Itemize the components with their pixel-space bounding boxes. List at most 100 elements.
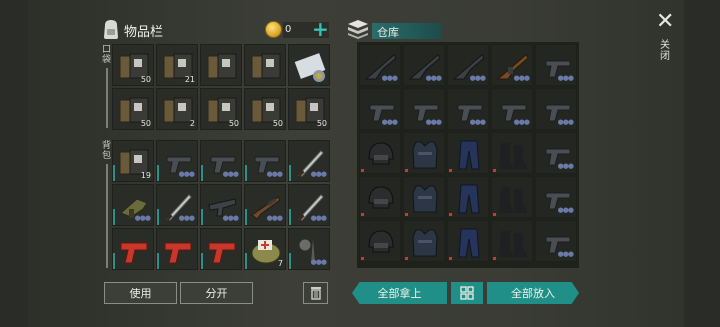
warehouse-slot[interactable]: ●●● [491, 44, 533, 86]
helmet-icon [368, 230, 394, 253]
durability-dots: ●●● [513, 74, 530, 82]
warehouse-slot[interactable] [403, 220, 445, 262]
inventory-slot[interactable]: ●●● [112, 184, 154, 226]
warehouse-slot[interactable] [447, 176, 489, 218]
warehouse-slot[interactable]: ●●● [491, 88, 533, 130]
split-button[interactable]: 分开 [180, 282, 253, 304]
durability-dots: ●●● [513, 118, 530, 126]
armor-vest-icon [412, 229, 438, 257]
inventory-slot[interactable]: ●●● [288, 184, 330, 226]
close-label[interactable]: 关闭 [660, 40, 672, 62]
helmet-icon [368, 142, 394, 165]
durability-dots: ●●● [469, 74, 486, 82]
warehouse-box-icon [348, 20, 368, 39]
inventory-slot[interactable]: 2 [156, 88, 198, 130]
inventory-slot[interactable] [244, 44, 286, 86]
inventory-slot[interactable] [200, 44, 242, 86]
slot-marker [289, 209, 291, 225]
game-inventory-screen: 物品栏 0 + 仓库 ✕ 关闭 口袋 背包 50 21 50 2 50 50 50 19 ●●●… [0, 0, 720, 327]
condition-marker [405, 213, 408, 216]
slot-marker [113, 253, 115, 269]
warehouse-slot[interactable]: ●●● [535, 44, 577, 86]
durability-dots: ●●● [222, 170, 239, 178]
slot-marker [113, 209, 115, 225]
slot-marker [245, 209, 247, 225]
boots-icon [499, 143, 527, 169]
boots-icon [499, 231, 527, 257]
inventory-slot[interactable]: ●●● [288, 228, 330, 270]
warehouse-slot[interactable]: ●●● [359, 44, 401, 86]
warehouse-slot[interactable]: ●●● [403, 44, 445, 86]
inventory-slot[interactable]: 19 [112, 140, 154, 182]
durability-dots: ●●● [222, 214, 239, 222]
warehouse-slot[interactable]: ●●● [535, 176, 577, 218]
inventory-slot[interactable] [288, 44, 330, 86]
warehouse-slot[interactable]: ●●● [535, 88, 577, 130]
warehouse-slot[interactable]: ●●● [447, 44, 489, 86]
discard-button[interactable] [303, 282, 328, 304]
grid-icon [460, 286, 474, 300]
map-scroll-icon [294, 53, 326, 82]
warehouse-slot[interactable] [359, 132, 401, 174]
inventory-slot[interactable] [200, 228, 242, 270]
warehouse-slot[interactable] [403, 176, 445, 218]
inventory-slot[interactable] [112, 228, 154, 270]
inventory-slot[interactable]: ●●● [244, 140, 286, 182]
condition-marker [493, 213, 496, 216]
warehouse-slot[interactable] [359, 176, 401, 218]
item-count: 21 [184, 75, 195, 84]
warehouse-slot[interactable]: ●●● [535, 132, 577, 174]
coin-count: 0 [285, 24, 292, 35]
durability-dots: ●●● [178, 214, 195, 222]
warehouse-slot[interactable]: ●●● [403, 88, 445, 130]
slot-marker [201, 253, 203, 269]
inventory-slot[interactable]: 21 [156, 44, 198, 86]
close-icon[interactable]: ✕ [656, 11, 674, 33]
condition-marker [405, 257, 408, 260]
flare-gun-icon [120, 242, 148, 264]
warehouse-slot[interactable]: ●●● [447, 88, 489, 130]
inventory-slot[interactable]: ●●● [288, 140, 330, 182]
warehouse-slot[interactable]: ●●● [535, 220, 577, 262]
inventory-slot[interactable]: ●●● [156, 140, 198, 182]
warehouse-slot[interactable] [447, 220, 489, 262]
condition-marker [449, 169, 452, 172]
warehouse-slot[interactable] [491, 176, 533, 218]
pants-icon [458, 228, 480, 258]
inventory-slot[interactable]: 7 [244, 228, 286, 270]
warehouse-slot[interactable] [491, 220, 533, 262]
warehouse-slot[interactable] [403, 132, 445, 174]
item-count: 2 [189, 119, 195, 128]
condition-marker [405, 169, 408, 172]
inventory-slot[interactable]: 50 [244, 88, 286, 130]
warehouse-slot[interactable]: ●●● [359, 88, 401, 130]
put-all-button[interactable]: 全部放入 [487, 282, 579, 304]
inventory-slot[interactable]: 50 [112, 88, 154, 130]
durability-dots: ●●● [425, 118, 442, 126]
inventory-slot[interactable]: 50 [112, 44, 154, 86]
durability-dots: ●●● [425, 74, 442, 82]
inventory-slot[interactable]: ●●● [200, 184, 242, 226]
inventory-slot[interactable]: ●●● [200, 140, 242, 182]
backpack-icon [104, 20, 118, 39]
item-count: 50 [316, 119, 327, 128]
sort-grid-button[interactable] [451, 282, 483, 304]
inventory-slot[interactable]: ●●● [244, 184, 286, 226]
take-all-button[interactable]: 全部拿上 [352, 282, 447, 304]
warehouse-slot[interactable] [447, 132, 489, 174]
warehouse-slot[interactable] [359, 220, 401, 262]
condition-marker [361, 169, 364, 172]
warehouse-title: 仓库 [377, 26, 399, 39]
durability-dots: ●●● [266, 214, 283, 222]
slot-marker [245, 165, 247, 181]
add-coins-button[interactable]: + [312, 19, 329, 39]
inventory-slot[interactable]: 50 [288, 88, 330, 130]
durability-dots: ●●● [266, 170, 283, 178]
use-button[interactable]: 使用 [104, 282, 177, 304]
inventory-slot[interactable]: ●●● [156, 184, 198, 226]
inventory-slot[interactable]: 50 [200, 88, 242, 130]
warehouse-slot[interactable] [491, 132, 533, 174]
inventory-slot[interactable] [156, 228, 198, 270]
durability-dots: ●●● [178, 170, 195, 178]
durability-dots: ●●● [381, 118, 398, 126]
